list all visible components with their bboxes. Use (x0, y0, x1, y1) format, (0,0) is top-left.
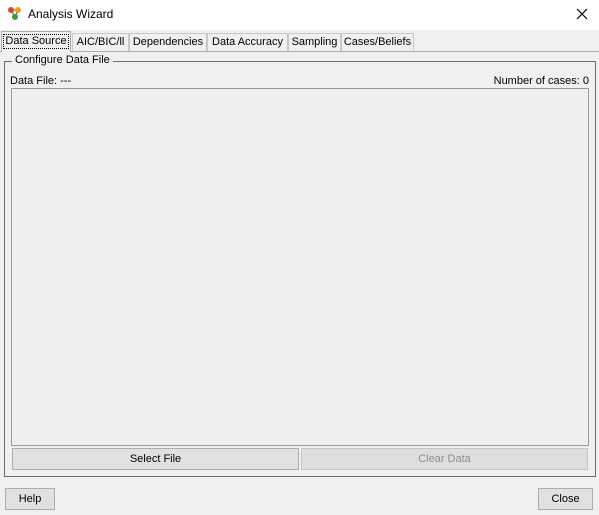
tab-data-source[interactable]: Data Source (1, 31, 71, 52)
group-title: Configure Data File (12, 54, 113, 67)
help-button[interactable]: Help (5, 488, 55, 510)
select-file-button[interactable]: Select File (12, 448, 299, 470)
tab-cases-beliefs[interactable]: Cases/Beliefs (341, 33, 414, 52)
tab-bar: Data Source AIC/BIC/ll Dependencies Data… (0, 30, 599, 52)
data-file-label: Data File: --- (10, 75, 72, 87)
tab-dependencies[interactable]: Dependencies (129, 33, 207, 52)
tab-label: Cases/Beliefs (343, 36, 412, 48)
tab-label: Sampling (291, 36, 338, 48)
number-of-cases-label: Number of cases: 0 (493, 75, 589, 87)
tab-aic-bic-ll[interactable]: AIC/BIC/ll (72, 33, 129, 52)
tab-data-accuracy[interactable]: Data Accuracy (207, 33, 288, 52)
network-graph-icon (8, 7, 21, 20)
tab-label: Data Source (3, 34, 69, 49)
window-title: Analysis Wizard (28, 7, 114, 21)
data-preview-area (11, 88, 589, 446)
tab-label: AIC/BIC/ll (76, 36, 125, 48)
close-icon[interactable] (569, 2, 595, 26)
tab-label: Data Accuracy (212, 36, 283, 48)
tab-divider (0, 51, 599, 52)
tab-label: Dependencies (132, 36, 204, 48)
tab-sampling[interactable]: Sampling (288, 33, 341, 52)
clear-data-button[interactable]: Clear Data (301, 448, 588, 470)
close-button[interactable]: Close (538, 488, 593, 510)
title-bar: Analysis Wizard (0, 0, 599, 30)
